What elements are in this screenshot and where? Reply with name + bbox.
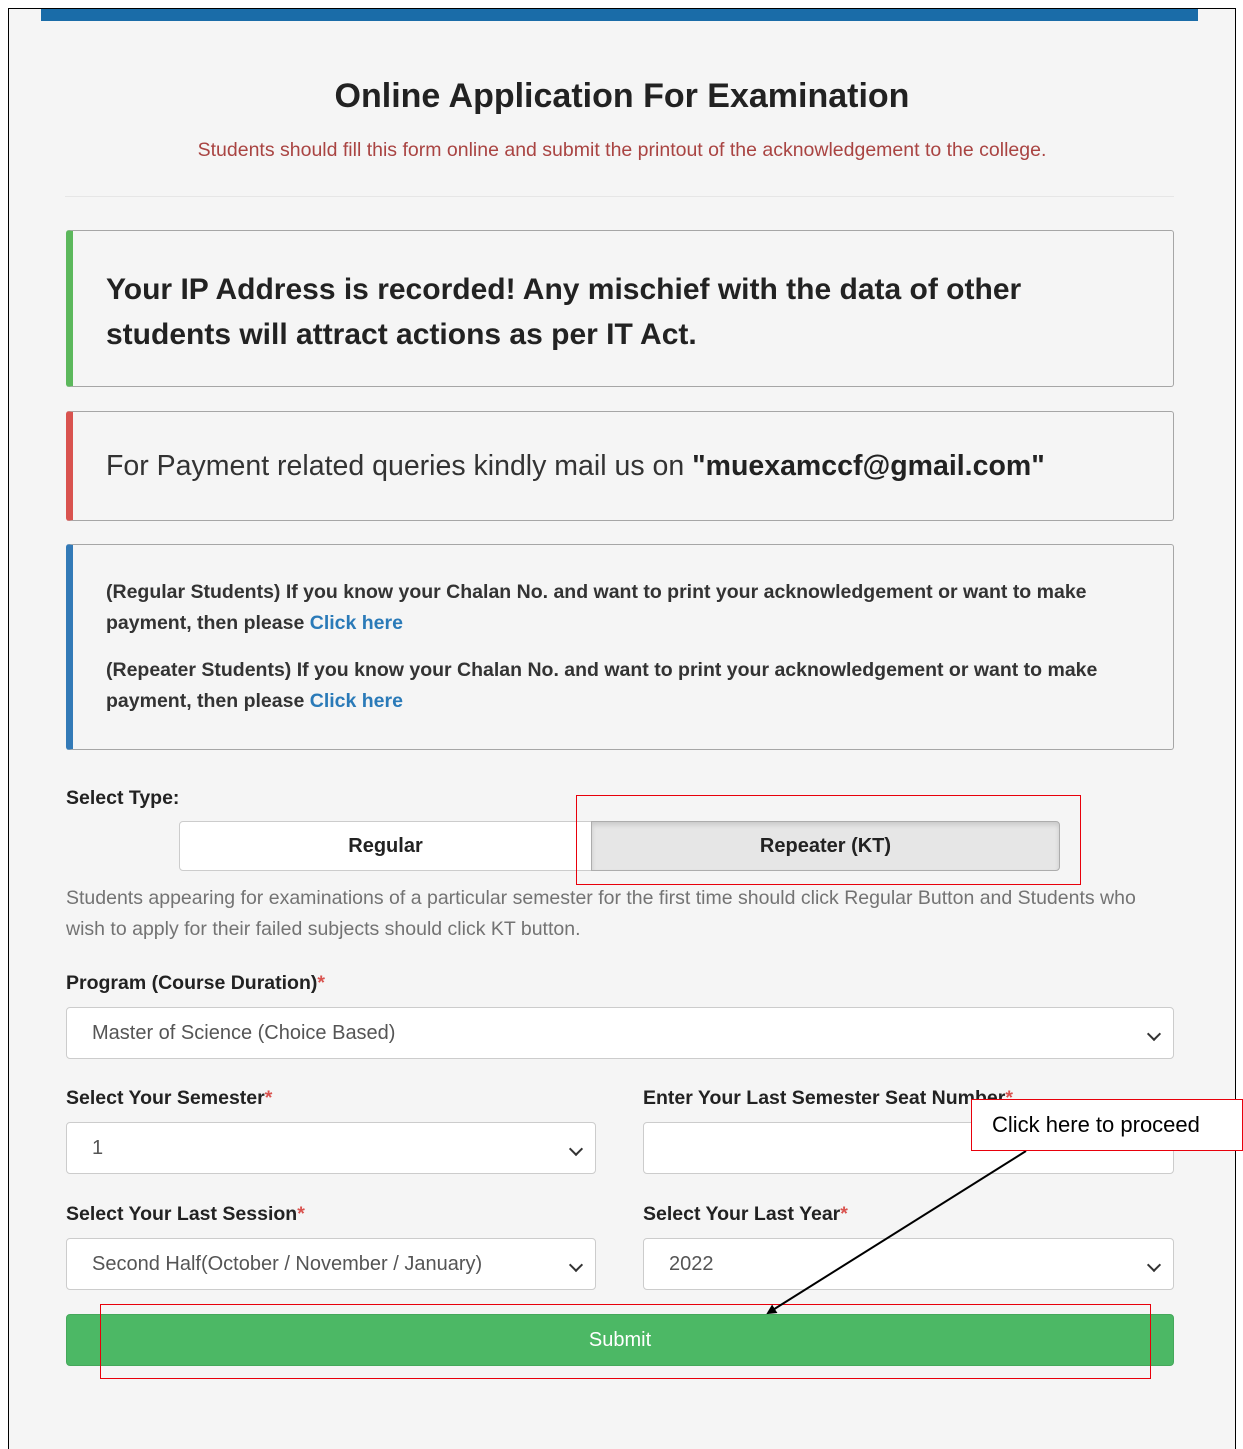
click-to-proceed-callout: Click here to proceed: [971, 1099, 1243, 1151]
annotation-arrow: [766, 1150, 1027, 1315]
